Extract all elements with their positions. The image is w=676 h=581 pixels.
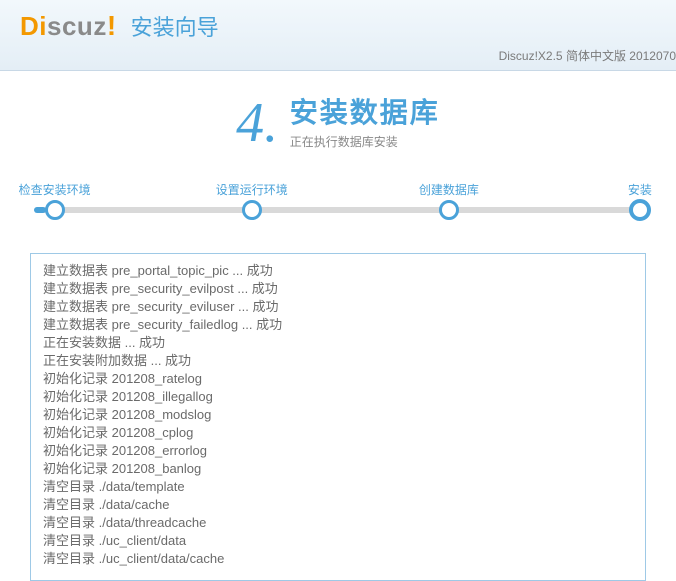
log-line: 清空目录 ./data/threadcache	[43, 514, 633, 532]
step-label: 创建数据库	[419, 181, 479, 198]
version-meta: Discuz!X2.5 简体中文版 2012070	[499, 47, 676, 64]
step-label: 安装	[628, 181, 652, 198]
step-node	[45, 200, 65, 220]
install-log: 建立数据表 pre_portal_topic_pic ... 成功建立数据表 p…	[30, 253, 646, 581]
step-title: 安装数据库	[290, 91, 440, 131]
log-line: 建立数据表 pre_portal_topic_pic ... 成功	[43, 262, 633, 280]
step-node	[629, 199, 651, 221]
log-line: 清空目录 ./uc_client/data	[43, 532, 633, 550]
log-line: 正在安装数据 ... 成功	[43, 334, 633, 352]
log-line: 正在安装附加数据 ... 成功	[43, 352, 633, 370]
log-line: 初始化记录 201208_banlog	[43, 460, 633, 478]
progress-track	[40, 207, 636, 213]
log-line: 初始化记录 201208_errorlog	[43, 442, 633, 460]
step-subtitle: 正在执行数据库安装	[290, 133, 440, 150]
log-line: 清空目录 ./uc_client/data/cache	[43, 550, 633, 568]
header-bar: Discuz! 安装向导 Discuz!X2.5 简体中文版 2012070	[0, 0, 676, 71]
step-label: 检查安装环境	[19, 181, 91, 198]
step-node	[439, 200, 459, 220]
log-line: 初始化记录 201208_modslog	[43, 406, 633, 424]
progress-steps: 检查安装环境设置运行环境创建数据库安装	[30, 185, 646, 235]
log-line: 清空目录 ./data/template	[43, 478, 633, 496]
log-line: 清空目录 ./data/cache	[43, 496, 633, 514]
log-line: 建立数据表 pre_security_failedlog ... 成功	[43, 316, 633, 334]
log-line: 初始化记录 201208_cplog	[43, 424, 633, 442]
brand-logo: Discuz!	[20, 10, 117, 42]
step-number: 4.	[236, 91, 278, 155]
step-heading: 4. 安装数据库 正在执行数据库安装	[0, 91, 676, 155]
log-line: 初始化记录 201208_illegallog	[43, 388, 633, 406]
step-label: 设置运行环境	[216, 181, 288, 198]
log-line: 初始化记录 201208_ratelog	[43, 370, 633, 388]
step-node	[242, 200, 262, 220]
log-line: 建立数据表 pre_security_eviluser ... 成功	[43, 298, 633, 316]
logo-block: Discuz! 安装向导	[20, 10, 219, 42]
log-line: 建立数据表 pre_security_evilpost ... 成功	[43, 280, 633, 298]
wizard-title: 安装向导	[131, 10, 219, 42]
